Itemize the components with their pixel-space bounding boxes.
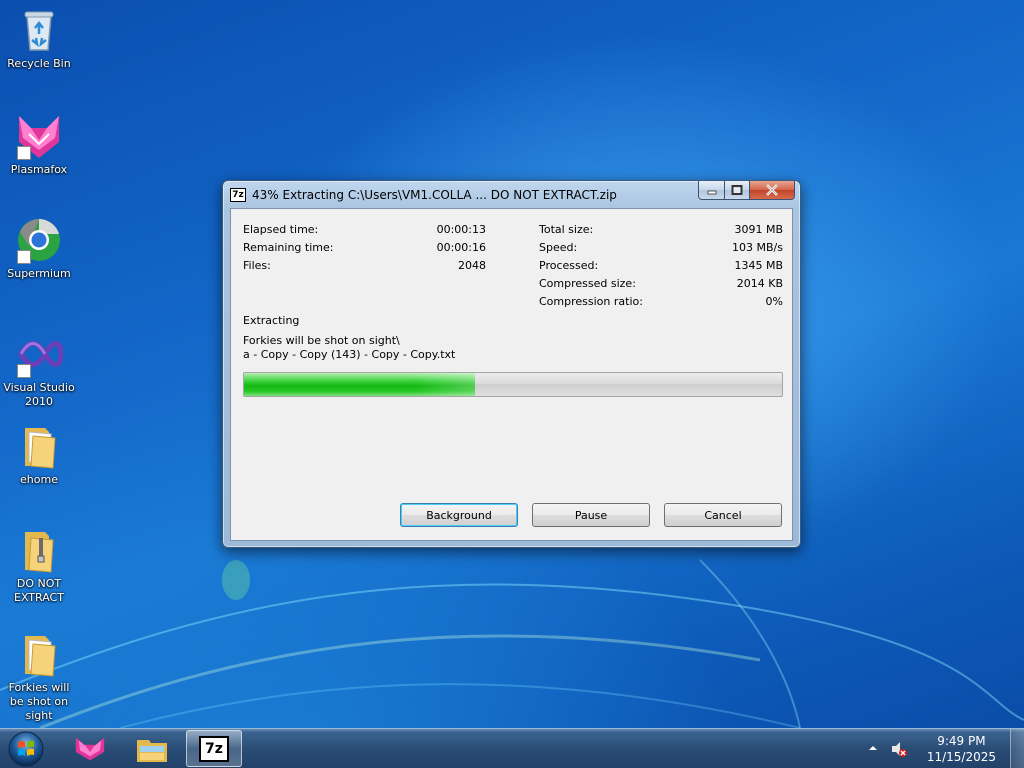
background-button[interactable]: Background <box>400 503 518 527</box>
caption-buttons <box>698 181 795 200</box>
current-folder: Forkies will be shot on sight\ <box>243 334 400 347</box>
plasmafox-icon <box>75 737 105 760</box>
progress-fill <box>244 373 476 396</box>
operation-status: Extracting <box>243 314 300 327</box>
desktop-icon-label: Supermium <box>7 267 71 280</box>
taskbar-plasmafox[interactable] <box>62 730 118 767</box>
compressed-size-label: Compressed size: <box>539 277 636 290</box>
folder-icon <box>15 422 63 470</box>
compressed-size-value: 2014 KB <box>736 277 783 290</box>
shortcut-arrow-icon <box>17 250 31 264</box>
show-desktop-button[interactable] <box>1010 729 1024 768</box>
desktop-icon-label: ehome <box>20 473 58 486</box>
recycle-bin-icon <box>15 6 63 54</box>
zip-folder-icon <box>15 526 63 574</box>
remaining-time-label: Remaining time: <box>243 241 334 254</box>
volume-muted-icon[interactable] <box>890 740 908 758</box>
elapsed-time-value: 00:00:13 <box>436 223 486 236</box>
window-title: 43% Extracting C:\Users\VM1.COLLA ... DO… <box>252 187 617 202</box>
compression-ratio-label: Compression ratio: <box>539 295 643 308</box>
visual-studio-icon <box>15 330 64 378</box>
7zip-app-icon: 7z <box>230 187 246 202</box>
minimize-icon <box>707 190 716 195</box>
desktop-icon-label: Forkies will be shot on sight <box>8 681 70 722</box>
tray-clock[interactable]: 9:49 PM 11/15/2025 <box>927 733 996 765</box>
extract-progress-window[interactable]: 7z 43% Extracting C:\Users\VM1.COLLA ...… <box>222 180 801 548</box>
clock-time: 9:49 PM <box>937 734 986 748</box>
desktop-icon-forkies[interactable]: Forkies will be shot on sight <box>0 630 78 723</box>
desktop-icon-label: Recycle Bin <box>7 57 71 70</box>
folder-icon <box>15 630 63 678</box>
taskbar: 7z 9:49 PM 11/15/2025 <box>0 728 1024 768</box>
taskbar-7zip[interactable]: 7z <box>186 730 242 767</box>
desktop-icon-do-not-extract[interactable]: DO NOT EXTRACT <box>0 526 78 605</box>
desktop-icon-recycle-bin[interactable]: Recycle Bin <box>0 6 78 71</box>
supermium-icon <box>15 216 63 264</box>
desktop-icon-ehome[interactable]: ehome <box>0 422 78 487</box>
processed-value: 1345 MB <box>734 259 783 272</box>
7zip-icon: 7z <box>199 735 229 762</box>
maximize-icon <box>731 185 743 195</box>
plasmafox-icon <box>15 112 63 160</box>
shortcut-arrow-icon <box>17 364 31 378</box>
speed-value: 103 MB/s <box>732 241 783 254</box>
desktop-icon-visual-studio[interactable]: Visual Studio 2010 <box>0 330 78 409</box>
clock-date: 11/15/2025 <box>926 750 996 764</box>
close-icon <box>766 184 778 196</box>
minimize-button[interactable] <box>698 181 725 200</box>
start-button[interactable] <box>6 730 46 768</box>
total-size-value: 3091 MB <box>734 223 783 236</box>
extraction-progress-bar <box>243 372 783 397</box>
remaining-time-value: 00:00:16 <box>436 241 486 254</box>
compression-ratio-value: 0% <box>765 295 783 308</box>
desktop-icon-label: Visual Studio 2010 <box>3 381 75 408</box>
elapsed-time-label: Elapsed time: <box>243 223 319 236</box>
shortcut-arrow-icon <box>17 146 31 160</box>
files-value: 2048 <box>458 259 486 272</box>
maximize-button[interactable] <box>725 181 750 200</box>
desktop-icon-label: DO NOT EXTRACT <box>14 577 64 604</box>
close-button[interactable] <box>750 181 795 200</box>
title-bar[interactable]: 7z 43% Extracting C:\Users\VM1.COLLA ...… <box>223 181 800 208</box>
taskbar-explorer[interactable] <box>124 730 180 767</box>
show-hidden-icons-icon[interactable] <box>868 743 878 753</box>
total-size-label: Total size: <box>539 223 594 236</box>
desktop-icon-plasmafox[interactable]: Plasmafox <box>0 112 78 177</box>
cancel-button[interactable]: Cancel <box>664 503 782 527</box>
files-label: Files: <box>243 259 271 272</box>
window-client-area: Elapsed time: 00:00:13 Remaining time: 0… <box>230 208 793 541</box>
processed-label: Processed: <box>539 259 599 272</box>
pause-button[interactable]: Pause <box>532 503 650 527</box>
speed-label: Speed: <box>539 241 578 254</box>
desktop-icon-supermium[interactable]: Supermium <box>0 216 78 281</box>
current-file: a - Copy - Copy (143) - Copy - Copy.txt <box>243 348 456 361</box>
explorer-icon <box>137 739 167 762</box>
windows-orb-icon <box>8 731 44 767</box>
desktop-icon-label: Plasmafox <box>10 163 68 176</box>
